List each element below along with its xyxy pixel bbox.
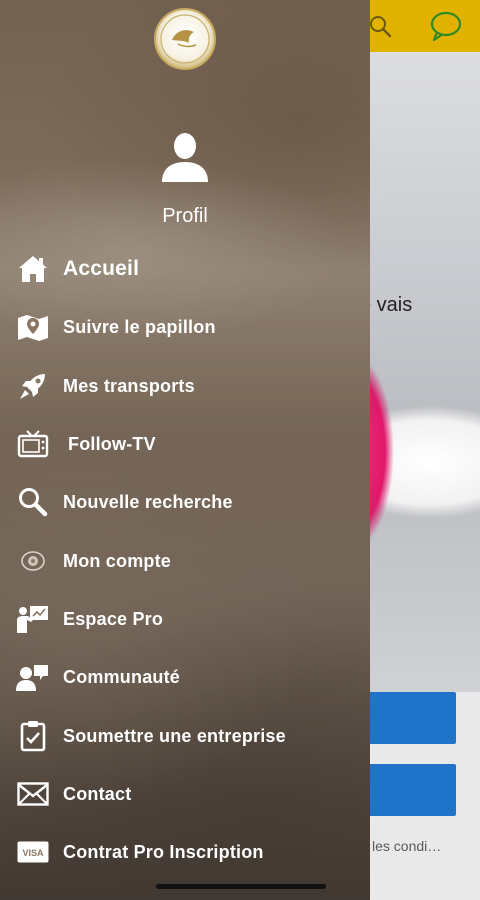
home-icon [14, 250, 52, 288]
menu-item-contact[interactable]: Contact [14, 774, 354, 814]
search-icon[interactable] [368, 14, 392, 38]
eye-icon [14, 542, 52, 580]
menu-label: Contrat Pro Inscription [63, 841, 264, 862]
menu-label: Communauté [63, 666, 181, 687]
home-indicator[interactable] [156, 884, 326, 889]
clipboard-icon [14, 717, 52, 755]
logo-emblem[interactable] [154, 8, 216, 70]
side-drawer: Profil Accueil Suivre le papillon Mes tr… [0, 0, 370, 900]
menu-item-communaute[interactable]: Communauté [14, 657, 354, 697]
menu-label: Mes transports [63, 375, 195, 396]
menu-item-nouvelle-recherche[interactable]: Nouvelle recherche [14, 482, 354, 522]
menu-item-contrat-pro[interactable]: VISA Contrat Pro Inscription [14, 832, 354, 872]
menu-item-mon-compte[interactable]: Mon compte [14, 541, 354, 581]
menu-item-suivre-papillon[interactable]: Suivre le papillon [14, 307, 354, 347]
svg-text:VISA: VISA [22, 848, 44, 858]
map-pin-icon [14, 308, 52, 346]
tv-icon [14, 425, 52, 463]
menu-label: Soumettre une entreprise [63, 725, 286, 746]
menu-item-mes-transports[interactable]: Mes transports [14, 366, 354, 406]
menu-item-follow-tv[interactable]: Follow-TV [14, 424, 354, 464]
menu-item-espace-pro[interactable]: Espace Pro [14, 599, 354, 639]
menu-label: Follow-TV [68, 433, 156, 454]
menu-label: Nouvelle recherche [63, 491, 233, 512]
terms-text: les condi… [372, 838, 442, 854]
menu-item-soumettre-entreprise[interactable]: Soumettre une entreprise [14, 716, 354, 756]
menu-label: Mon compte [63, 550, 171, 571]
community-icon [14, 658, 52, 696]
user-icon[interactable] [160, 130, 210, 184]
menu-label: Espace Pro [63, 608, 164, 629]
secondary-button[interactable] [364, 764, 456, 816]
primary-button[interactable] [364, 692, 456, 744]
menu-label: Contact [63, 783, 132, 804]
menu-item-accueil[interactable]: Accueil [14, 249, 354, 289]
rocket-icon [14, 367, 52, 405]
menu-label: Suivre le papillon [63, 316, 216, 337]
menu-label: Accueil [63, 257, 140, 280]
mail-icon [14, 775, 52, 813]
profile-label[interactable]: Profil [0, 205, 370, 228]
search-icon [14, 483, 52, 521]
visa-card-icon: VISA [14, 833, 52, 871]
presentation-icon [14, 600, 52, 638]
chat-icon[interactable] [428, 10, 464, 42]
